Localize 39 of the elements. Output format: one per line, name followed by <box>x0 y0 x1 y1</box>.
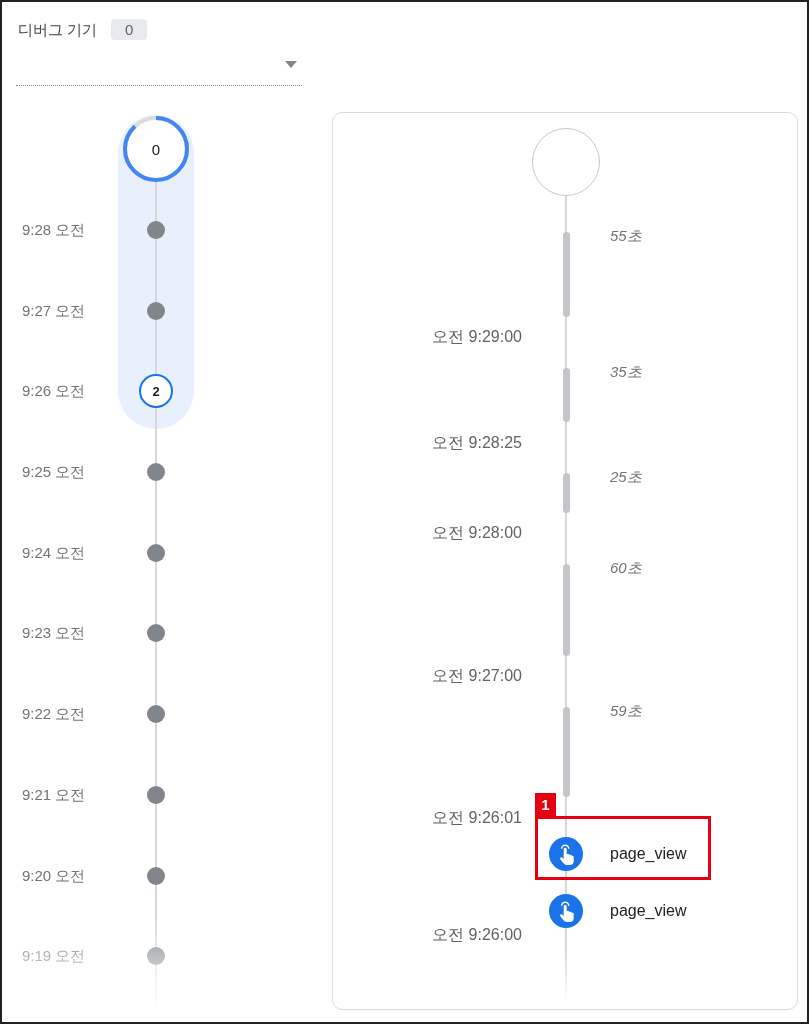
duration-label: 35초 <box>610 362 642 381</box>
duration-label: 60초 <box>610 558 642 577</box>
device-count: 0 <box>111 19 148 40</box>
countdown-count: 0 <box>151 141 161 157</box>
timestamp: 오전 9:28:00 <box>432 523 522 542</box>
pointing-hand-icon[interactable] <box>549 893 583 928</box>
minute-dot[interactable] <box>147 785 165 804</box>
event-name[interactable]: page_view <box>610 844 687 863</box>
minute-label: 9:21 오전 <box>22 785 86 804</box>
callout-number: 1 <box>535 793 556 816</box>
event-name[interactable]: page_view <box>610 901 687 920</box>
minute-label: 9:26 오전 <box>22 382 86 401</box>
duration-bar <box>562 473 570 513</box>
minute-dot[interactable] <box>147 947 165 966</box>
minute-dot[interactable] <box>147 866 165 885</box>
caret-icon <box>285 61 297 68</box>
device-label: 디버그 기기 <box>18 20 98 40</box>
duration-label: 25초 <box>610 468 642 486</box>
timestamp: 오전 9:26:00 <box>432 924 522 944</box>
minute-dot[interactable] <box>147 705 165 724</box>
minute-label: 9:28 오전 <box>22 221 86 240</box>
minute-label: 9:23 오전 <box>22 624 86 643</box>
timestamp: 오전 9:29:00 <box>432 327 522 346</box>
duration-label: 59초 <box>610 701 642 720</box>
minute-label: 9:24 오전 <box>22 543 86 562</box>
timestamp: 오전 9:26:01 <box>432 807 522 827</box>
minute-label: 9:25 오전 <box>22 463 86 482</box>
timestamp: 오전 9:28:25 <box>432 432 522 452</box>
pointing-hand-icon[interactable] <box>549 836 583 871</box>
minute-label: 9:27 오전 <box>22 301 86 320</box>
minute-dot[interactable] <box>147 463 165 482</box>
minute-label: 9:22 오전 <box>22 705 86 724</box>
minute-label: 9:19 오전 <box>22 947 86 966</box>
duration-bar <box>562 367 570 422</box>
minute-dot[interactable] <box>147 543 165 562</box>
minute-label: 9:20 오전 <box>22 866 86 885</box>
minute-dot[interactable] <box>147 624 165 643</box>
timestamp: 오전 9:27:00 <box>432 666 522 685</box>
duration-label: 55초 <box>610 227 642 245</box>
